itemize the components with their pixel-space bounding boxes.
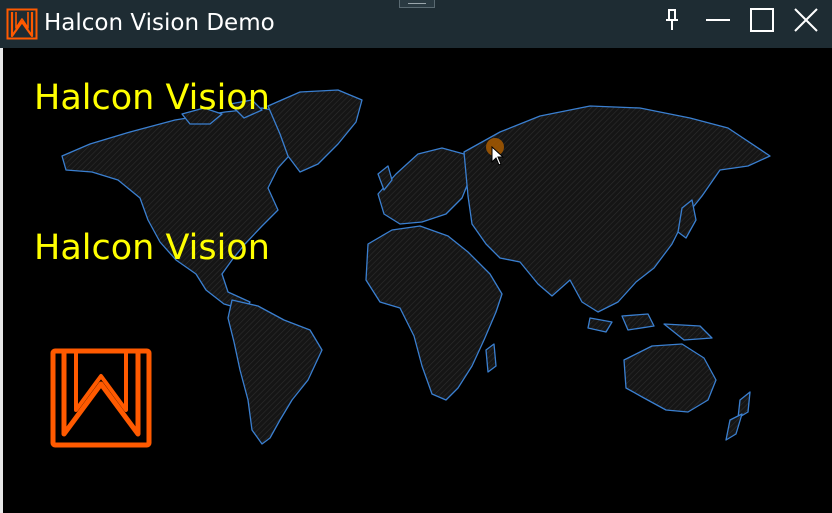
island-madagascar bbox=[485, 343, 497, 373]
island-new-guinea bbox=[663, 323, 713, 341]
mouse-cursor-icon bbox=[491, 146, 505, 166]
halcon-logo-icon bbox=[6, 8, 38, 40]
island-indonesia-1 bbox=[587, 317, 613, 333]
drag-handle[interactable] bbox=[399, 0, 435, 8]
pin-button[interactable] bbox=[652, 4, 692, 36]
maximize-button[interactable] bbox=[742, 4, 782, 36]
island-indonesia-2 bbox=[621, 313, 655, 331]
continent-south-america bbox=[227, 299, 323, 445]
maximize-icon bbox=[750, 8, 774, 32]
app-window: Halcon Vision Demo Halcon Vision Halcon … bbox=[0, 0, 832, 513]
vision-display-area[interactable]: Halcon Vision Halcon Vision bbox=[0, 48, 832, 513]
title-bar[interactable]: Halcon Vision Demo bbox=[0, 0, 832, 48]
overlay-text-middle: Halcon Vision bbox=[34, 228, 270, 268]
island-new-zealand bbox=[737, 391, 751, 419]
pin-icon bbox=[666, 9, 678, 30]
continent-australia bbox=[623, 343, 717, 413]
window-title: Halcon Vision Demo bbox=[44, 10, 275, 36]
minimize-icon bbox=[706, 19, 730, 21]
continent-africa bbox=[365, 225, 503, 401]
island-new-zealand-south bbox=[725, 413, 743, 441]
continent-north-america bbox=[61, 107, 306, 311]
close-icon bbox=[794, 8, 818, 32]
continent-europe bbox=[377, 147, 471, 225]
close-button[interactable] bbox=[786, 4, 826, 36]
continent-asia bbox=[463, 105, 771, 313]
halcon-logo bbox=[50, 348, 152, 448]
overlay-text-top: Halcon Vision bbox=[34, 78, 270, 118]
minimize-button[interactable] bbox=[698, 4, 738, 36]
